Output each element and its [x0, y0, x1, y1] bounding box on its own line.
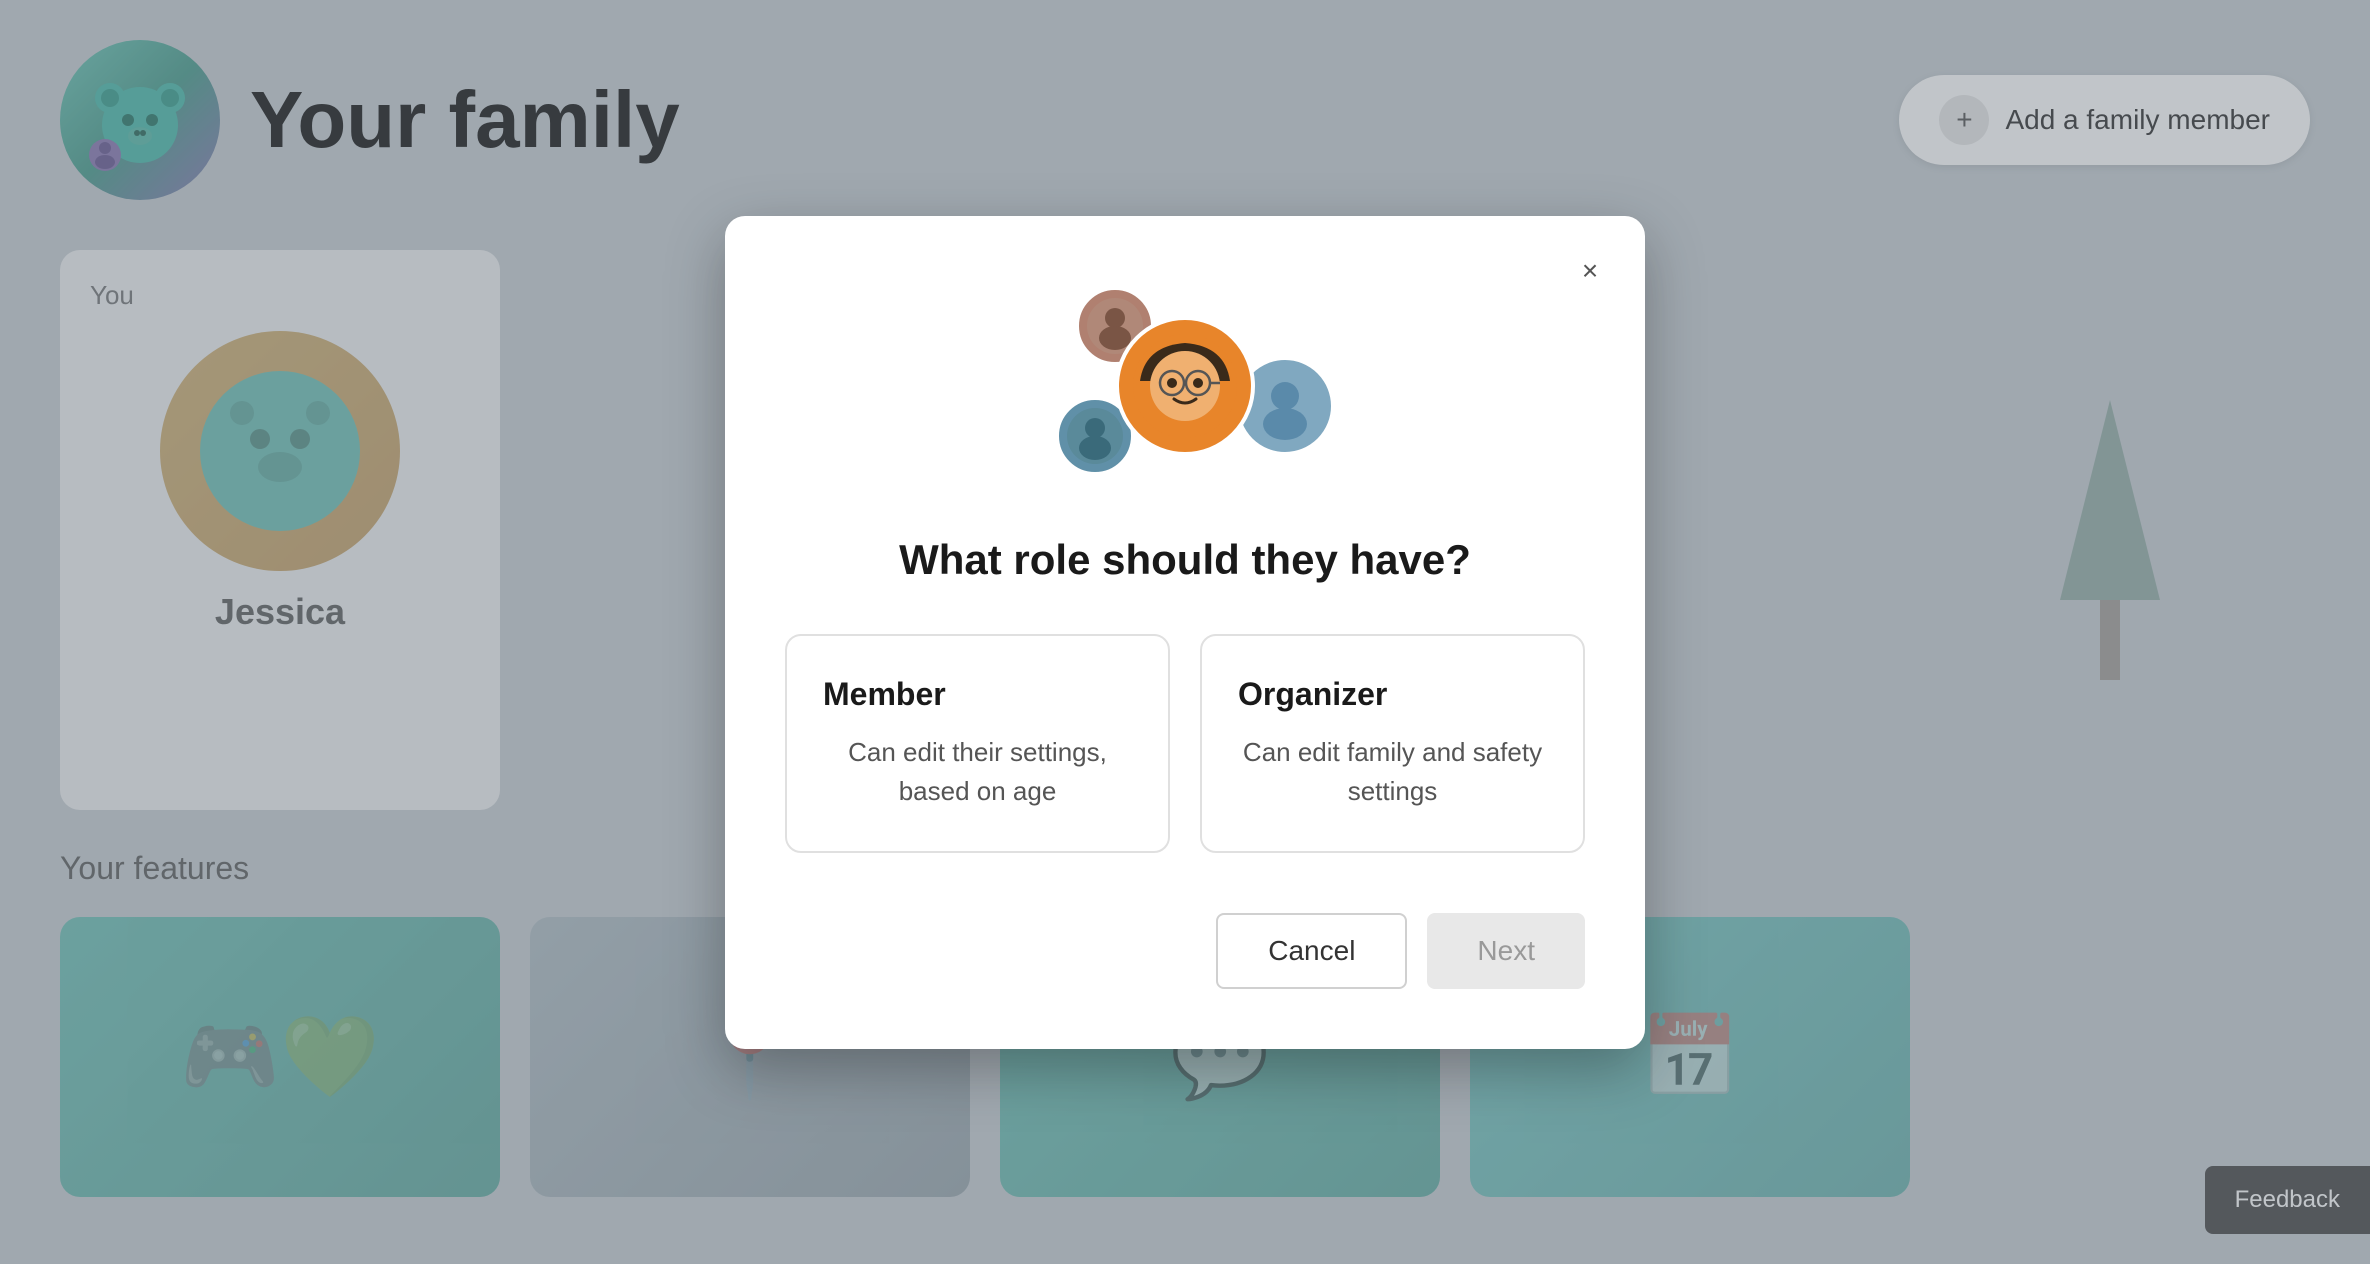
role-selection-dialog: × [725, 216, 1645, 1049]
dialog-buttons: Cancel Next [785, 913, 1585, 989]
avatar-main [1115, 316, 1255, 456]
close-button[interactable]: × [1565, 246, 1615, 296]
organizer-role-title: Organizer [1238, 676, 1547, 713]
close-icon: × [1582, 255, 1598, 287]
role-cards-container: Member Can edit their settings, based on… [785, 634, 1585, 853]
family-illustration [1025, 276, 1345, 496]
modal-overlay: × [0, 0, 2370, 1264]
cancel-button[interactable]: Cancel [1216, 913, 1407, 989]
member-role-desc: Can edit their settings, based on age [823, 733, 1132, 811]
member-role-title: Member [823, 676, 1132, 713]
dialog-illustration [785, 276, 1585, 496]
role-card-organizer[interactable]: Organizer Can edit family and safety set… [1200, 634, 1585, 853]
organizer-role-desc: Can edit family and safety settings [1238, 733, 1547, 811]
role-card-member[interactable]: Member Can edit their settings, based on… [785, 634, 1170, 853]
dialog-heading: What role should they have? [785, 536, 1585, 584]
next-button[interactable]: Next [1427, 913, 1585, 989]
